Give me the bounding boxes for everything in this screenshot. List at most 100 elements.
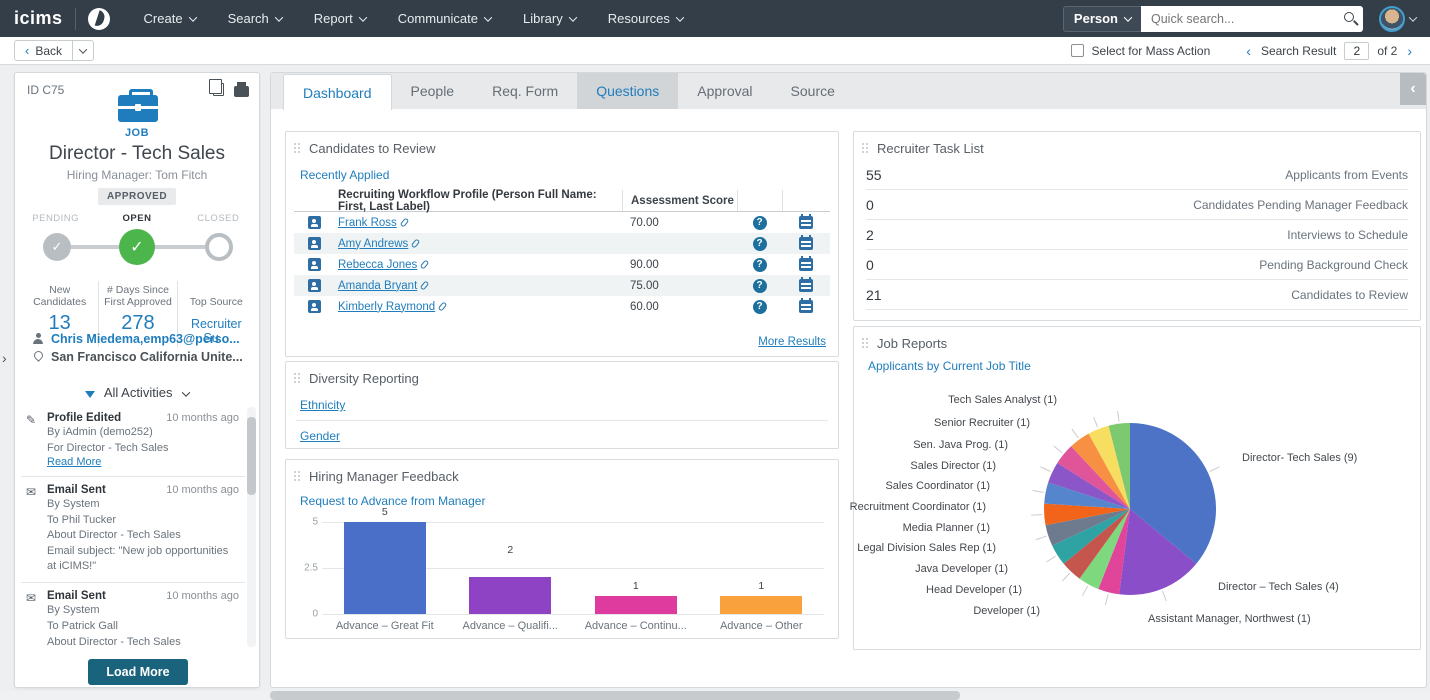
menu-library[interactable]: Library — [507, 0, 592, 37]
task-row[interactable]: 0Pending Background Check — [866, 250, 1408, 280]
more-results-link[interactable]: More Results — [758, 336, 826, 348]
candidate-link[interactable]: Rebecca Jones — [338, 259, 417, 271]
main-content: Dashboard People Req. Form Questions App… — [270, 72, 1427, 688]
applicants-by-job-title-link[interactable]: Applicants by Current Job Title — [868, 359, 1031, 373]
chevron-down-icon — [188, 13, 196, 21]
print-icon[interactable] — [234, 86, 249, 97]
assessment-score: 60.00 — [622, 301, 737, 313]
horizontal-scrollbar-thumb[interactable] — [270, 691, 960, 700]
paperclip-icon[interactable] — [399, 217, 409, 227]
icims-logo[interactable]: icims — [14, 8, 63, 29]
back-button[interactable]: ‹Back — [15, 43, 72, 58]
calendar-icon[interactable] — [799, 237, 813, 250]
drag-handle-icon[interactable] — [862, 338, 869, 349]
calendar-icon[interactable] — [799, 216, 813, 229]
paperclip-icon[interactable] — [420, 280, 430, 290]
search-result-label: Search Result — [1261, 44, 1336, 58]
avatar[interactable] — [1379, 6, 1405, 32]
chevron-down-icon — [676, 13, 684, 21]
task-row[interactable]: 0Candidates Pending Manager Feedback — [866, 190, 1408, 220]
contact-link[interactable]: Chris Miedema,emp63@perso... — [51, 332, 240, 346]
envelope-icon: ✉ — [26, 485, 36, 499]
drag-handle-icon[interactable] — [294, 373, 301, 384]
bar-advance-other[interactable]: 1 — [699, 522, 825, 614]
menu-search[interactable]: Search — [212, 0, 298, 37]
profile-card-icon[interactable] — [308, 258, 321, 271]
drag-handle-icon[interactable] — [862, 143, 869, 154]
pie-label: Java Developer (1) — [915, 563, 1008, 575]
drag-handle-icon[interactable] — [294, 143, 301, 154]
back-dropdown-button[interactable] — [72, 41, 93, 60]
calendar-icon[interactable] — [799, 279, 813, 292]
bar-advance-great-fit[interactable]: 5 — [322, 522, 448, 614]
mass-action-checkbox[interactable] — [1071, 44, 1084, 57]
sidebar-expand-arrow[interactable]: › — [0, 348, 9, 368]
back-button-group: ‹Back — [14, 40, 94, 61]
help-icon[interactable]: ? — [753, 237, 767, 251]
bar-advance-qualified[interactable]: 2 — [448, 522, 574, 614]
paperclip-icon[interactable] — [411, 238, 421, 248]
menu-communicate[interactable]: Communicate — [382, 0, 507, 37]
candidate-link[interactable]: Amanda Bryant — [338, 280, 417, 292]
horizontal-scrollbar-track[interactable] — [0, 691, 1430, 700]
next-result-button[interactable]: › — [1405, 43, 1414, 59]
quick-search-input[interactable] — [1141, 6, 1363, 32]
tab-people[interactable]: People — [392, 73, 474, 109]
task-row[interactable]: 21Candidates to Review — [866, 280, 1408, 310]
paperclip-icon[interactable] — [438, 301, 448, 311]
search-scope-dropdown[interactable]: Person — [1063, 6, 1141, 32]
status-badge: APPROVED — [98, 188, 176, 205]
avatar-chevron-icon[interactable] — [1409, 13, 1417, 21]
tab-req-form[interactable]: Req. Form — [473, 73, 577, 109]
tab-approval[interactable]: Approval — [678, 73, 771, 109]
task-row[interactable]: 2Interviews to Schedule — [866, 220, 1408, 250]
profile-card-icon[interactable] — [308, 300, 321, 313]
drag-handle-icon[interactable] — [294, 471, 301, 482]
calendar-icon[interactable] — [799, 258, 813, 271]
panel-title: Diversity Reporting — [309, 371, 419, 386]
bar-advance-continue[interactable]: 1 — [573, 522, 699, 614]
profile-card-icon[interactable] — [308, 216, 321, 229]
menu-report[interactable]: Report — [298, 0, 382, 37]
help-icon[interactable]: ? — [753, 300, 767, 314]
candidate-link[interactable]: Kimberly Raymond — [338, 301, 435, 313]
profile-card-icon[interactable] — [308, 237, 321, 250]
menu-create[interactable]: Create — [128, 0, 212, 37]
collapse-panel-button[interactable]: ‹ — [1400, 73, 1426, 105]
gender-link[interactable]: Gender — [300, 429, 340, 443]
search-result-of: of 2 — [1377, 44, 1397, 58]
activity-scrollbar-thumb[interactable] — [247, 417, 256, 495]
tab-dashboard[interactable]: Dashboard — [283, 74, 392, 110]
job-profile-card: ID C75 JOB Director - Tech Sales Hiring … — [14, 72, 260, 688]
activity-item[interactable]: ✎ Profile Edited10 months ago By iAdmin … — [21, 405, 245, 477]
load-more-button[interactable]: Load More — [88, 659, 188, 685]
candidate-link[interactable]: Frank Ross — [338, 217, 397, 229]
activities-filter[interactable]: All Activities — [15, 385, 259, 400]
help-icon[interactable]: ? — [753, 216, 767, 230]
profile-card-icon[interactable] — [308, 279, 321, 292]
calendar-icon[interactable] — [799, 300, 813, 313]
help-icon[interactable]: ? — [753, 258, 767, 272]
help-icon[interactable]: ? — [753, 279, 767, 293]
chevron-down-icon — [359, 13, 367, 21]
activity-item[interactable]: ✉ Email Sent10 months ago By System To P… — [21, 477, 245, 583]
search-icon[interactable] — [1344, 12, 1354, 22]
tab-source[interactable]: Source — [772, 73, 854, 109]
y-tick: 5 — [296, 517, 318, 528]
briefcase-icon — [118, 95, 158, 122]
menu-resources[interactable]: Resources — [592, 0, 699, 37]
task-row[interactable]: 55Applicants from Events — [866, 160, 1408, 190]
brand-circle-icon[interactable] — [88, 8, 110, 30]
activity-item[interactable]: ✉ Email Sent10 months ago By System To P… — [21, 583, 245, 649]
paperclip-icon[interactable] — [420, 259, 430, 269]
search-result-input[interactable] — [1344, 42, 1369, 60]
read-more-link[interactable]: Read More — [47, 456, 239, 468]
copy-icon[interactable] — [213, 83, 224, 96]
recently-applied-link[interactable]: Recently Applied — [300, 168, 389, 182]
candidate-link[interactable]: Amy Andrews — [338, 238, 408, 250]
prev-result-button[interactable]: ‹ — [1244, 43, 1253, 59]
ethnicity-link[interactable]: Ethnicity — [300, 398, 345, 412]
table-row: Amanda Bryant 75.00 ? — [294, 275, 830, 296]
secondary-toolbar: ‹Back Select for Mass Action ‹ Search Re… — [0, 37, 1430, 65]
tab-questions[interactable]: Questions — [577, 73, 678, 109]
